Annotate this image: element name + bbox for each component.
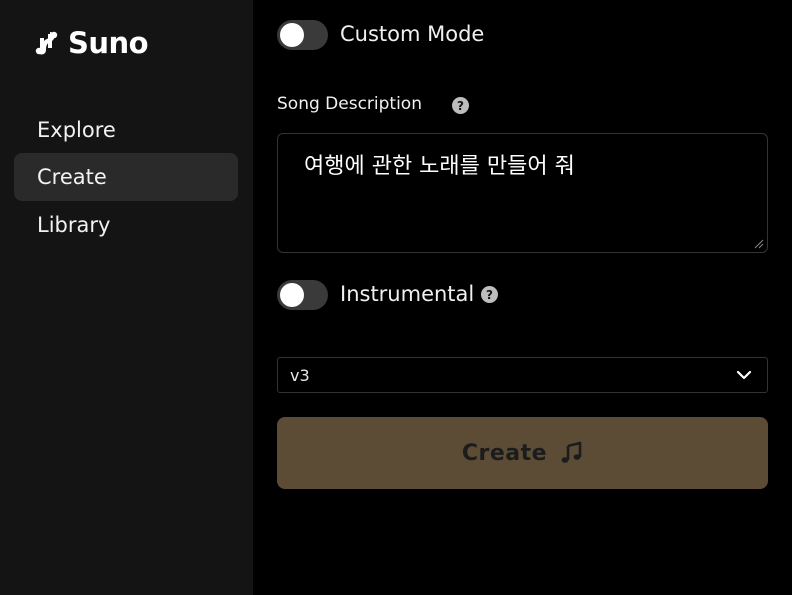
brand-name: Suno [68, 26, 149, 60]
custom-mode-toggle[interactable] [277, 20, 328, 50]
create-button[interactable]: Create [277, 417, 768, 489]
sidebar-item-create[interactable]: Create [14, 153, 238, 201]
custom-mode-label: Custom Mode [340, 22, 485, 46]
question-circle-icon[interactable]: ? [452, 97, 469, 114]
song-description-value: 여행에 관한 노래를 만들어 줘 [304, 154, 575, 179]
toggle-knob [280, 283, 304, 307]
toggle-knob [280, 23, 304, 47]
sidebar-item-library[interactable]: Library [14, 201, 238, 249]
chevron-down-icon [736, 370, 752, 380]
instrumental-label: Instrumental [340, 282, 475, 306]
sidebar-item-explore[interactable]: Explore [14, 106, 238, 154]
song-description-label: Song Description [277, 94, 422, 114]
create-panel: Custom Mode Song Description ? 여행에 관한 노래… [253, 0, 792, 595]
resize-handle-icon[interactable] [754, 239, 764, 249]
music-note-icon [561, 441, 582, 463]
suno-logo[interactable]: Suno [34, 26, 149, 60]
model-version-value: v3 [290, 365, 310, 385]
question-circle-icon[interactable]: ? [481, 286, 498, 303]
sidebar: Suno Explore Create Library [0, 0, 253, 595]
create-button-label: Create [461, 440, 548, 466]
song-description-input[interactable]: 여행에 관한 노래를 만들어 줘 [277, 133, 768, 253]
suno-logo-icon [35, 31, 58, 55]
instrumental-toggle[interactable] [277, 280, 328, 310]
model-version-select[interactable]: v3 [277, 357, 768, 393]
